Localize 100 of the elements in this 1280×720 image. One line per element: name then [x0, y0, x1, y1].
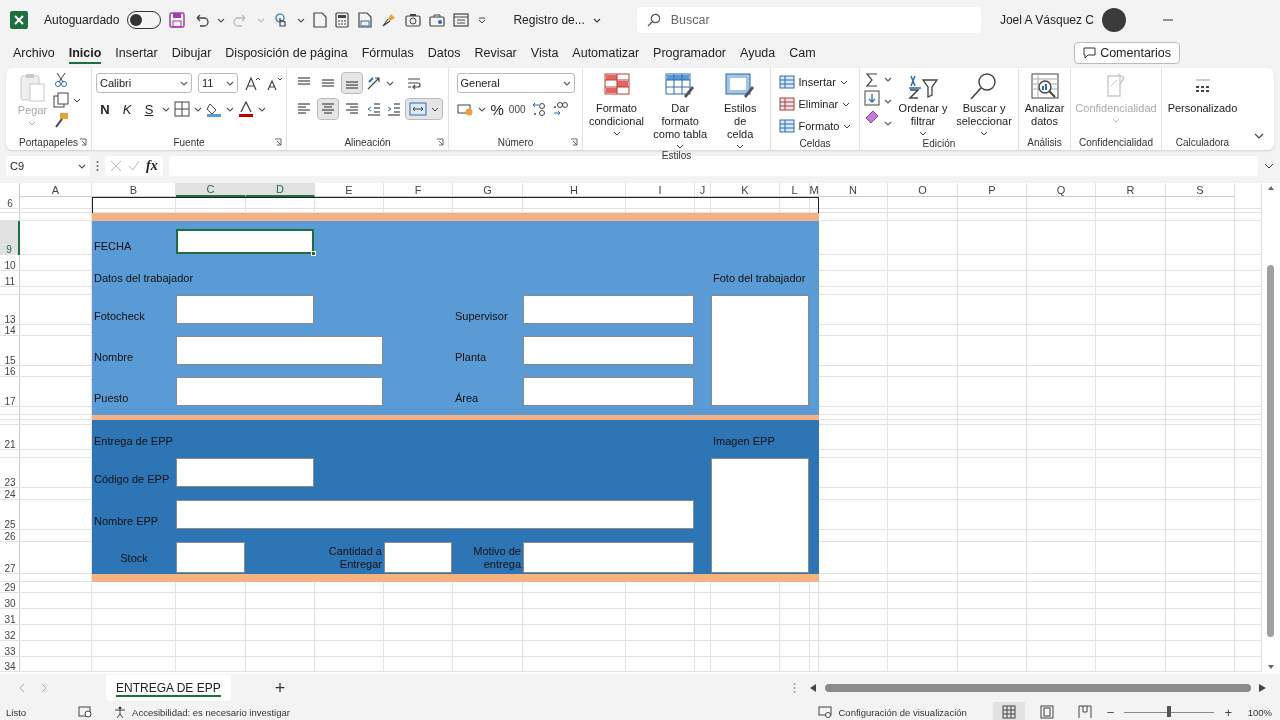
align-center-button[interactable]: [317, 99, 338, 119]
input-field[interactable]: [176, 458, 314, 487]
caret-icon[interactable]: [226, 105, 234, 113]
zoom-level[interactable]: 100%: [1238, 706, 1272, 718]
bold-button[interactable]: N: [96, 101, 114, 117]
caret-icon[interactable]: [592, 16, 601, 24]
input-field[interactable]: [176, 500, 694, 529]
column-header[interactable]: Q: [1027, 183, 1096, 197]
column-header[interactable]: H: [523, 183, 626, 197]
dialog-launcher-icon[interactable]: [274, 138, 282, 146]
dialog-launcher-icon[interactable]: [570, 138, 578, 146]
input-field[interactable]: [176, 295, 314, 324]
menu-tab[interactable]: Disposición de página: [218, 40, 355, 65]
menu-tab[interactable]: Cam: [782, 40, 823, 65]
row-header[interactable]: 32: [0, 625, 20, 641]
ribbon-button[interactable]: Dar formato como tabla: [650, 72, 711, 150]
document-mail-icon[interactable]: [357, 12, 374, 28]
row-header[interactable]: 27: [0, 542, 20, 574]
decrease-decimal-icon[interactable]: [551, 101, 568, 117]
menu-tab[interactable]: Ayuda: [733, 40, 783, 65]
horizontal-scrollbar-thumb[interactable]: [825, 684, 1251, 692]
increase-decimal-icon[interactable]: [530, 101, 547, 117]
fill-color-icon[interactable]: [206, 101, 222, 117]
ribbon-button[interactable]: Estilos de celda: [714, 72, 766, 150]
caret-icon[interactable]: [180, 79, 188, 87]
caret-icon[interactable]: [217, 16, 226, 24]
zoom-slider-thumb[interactable]: [1167, 706, 1172, 717]
row-header[interactable]: 14: [0, 325, 20, 336]
input-field[interactable]: [523, 542, 694, 573]
input-field[interactable]: [523, 295, 694, 324]
input-field[interactable]: [523, 377, 694, 406]
format-painter-icon[interactable]: [53, 112, 70, 128]
caret-icon[interactable]: [226, 79, 234, 87]
caret-icon[interactable]: [162, 105, 170, 113]
fill-down-icon[interactable]: [864, 90, 880, 106]
merge-center-button[interactable]: [405, 99, 442, 119]
eraser-icon[interactable]: [864, 108, 880, 124]
scroll-left-icon[interactable]: [810, 684, 817, 692]
column-header[interactable]: F: [384, 183, 453, 197]
ribbon-button[interactable]: Analizar datos: [1022, 72, 1067, 128]
column-header[interactable]: L: [780, 183, 810, 197]
zoom-in-button[interactable]: +: [1224, 704, 1232, 720]
search-field[interactable]: Buscar: [636, 7, 981, 33]
row-header[interactable]: 34: [0, 657, 20, 672]
row-header[interactable]: 26: [0, 530, 20, 542]
column-header[interactable]: A: [20, 183, 92, 197]
thousands-button[interactable]: 000: [508, 103, 526, 115]
accessibility-icon[interactable]: [114, 706, 127, 718]
scroll-right-icon[interactable]: [1259, 684, 1266, 692]
menu-tab[interactable]: Programador: [646, 40, 733, 65]
row-header[interactable]: 17: [0, 377, 20, 407]
toolbox-icon[interactable]: [429, 12, 446, 28]
menu-tab[interactable]: Fórmulas: [354, 40, 421, 65]
scissors-icon[interactable]: [53, 72, 70, 88]
ribbon-button[interactable]: Ordenar y filtrar: [896, 72, 951, 137]
row-header[interactable]: 11: [0, 271, 20, 287]
row-header[interactable]: 21: [0, 425, 20, 450]
dialog-launcher-icon[interactable]: [79, 138, 87, 146]
row-header[interactable]: 23: [0, 458, 20, 488]
column-header[interactable]: B: [92, 183, 176, 197]
input-field[interactable]: [384, 542, 452, 573]
cells-button[interactable]: Formato: [778, 116, 852, 136]
menu-tab[interactable]: Datos: [420, 40, 468, 65]
column-header[interactable]: D: [246, 183, 315, 197]
caret-icon[interactable]: [884, 75, 892, 83]
row-header[interactable]: 30: [0, 593, 20, 609]
borders-icon[interactable]: [174, 101, 190, 117]
input-field[interactable]: [176, 229, 314, 254]
sheet-tab[interactable]: ENTREGA DE EPP: [106, 675, 231, 701]
percent-button[interactable]: %: [490, 100, 504, 118]
font-size-dropdown[interactable]: 11: [198, 73, 238, 93]
avatar[interactable]: [1102, 8, 1126, 32]
column-header[interactable]: E: [315, 183, 384, 197]
caret-icon[interactable]: [884, 97, 892, 105]
scroll-up-icon[interactable]: [1267, 185, 1275, 191]
insert-function-button[interactable]: fx: [146, 158, 158, 174]
display-settings-icon[interactable]: [818, 706, 833, 718]
caret-icon[interactable]: [884, 119, 892, 127]
scroll-down-icon[interactable]: [1267, 664, 1275, 670]
decrease-font-icon[interactable]: [266, 75, 282, 91]
row-header[interactable]: 9: [0, 221, 20, 255]
menu-tab[interactable]: Insertar: [108, 40, 165, 65]
row-header[interactable]: 6: [0, 197, 20, 209]
display-settings-button[interactable]: Configuración de visualización: [838, 706, 967, 718]
save-icon[interactable]: [169, 12, 186, 28]
cells-button[interactable]: Insertar: [778, 72, 848, 92]
caret-icon[interactable]: [297, 16, 306, 24]
font-color-icon[interactable]: [238, 101, 254, 117]
menu-tab[interactable]: Dibujar: [164, 40, 219, 65]
collapse-ribbon-icon[interactable]: [1254, 132, 1264, 140]
column-header[interactable]: O: [888, 183, 958, 197]
view-button[interactable]: [992, 702, 1025, 720]
number-format-dropdown[interactable]: General: [456, 73, 575, 93]
orientation-icon[interactable]: [365, 75, 382, 91]
decrease-indent-icon[interactable]: [365, 101, 382, 117]
column-header[interactable]: N: [819, 183, 888, 197]
increase-font-icon[interactable]: [244, 75, 260, 91]
column-header[interactable]: G: [453, 183, 523, 197]
name-box[interactable]: C9: [6, 156, 90, 176]
camera-icon[interactable]: [405, 12, 422, 28]
